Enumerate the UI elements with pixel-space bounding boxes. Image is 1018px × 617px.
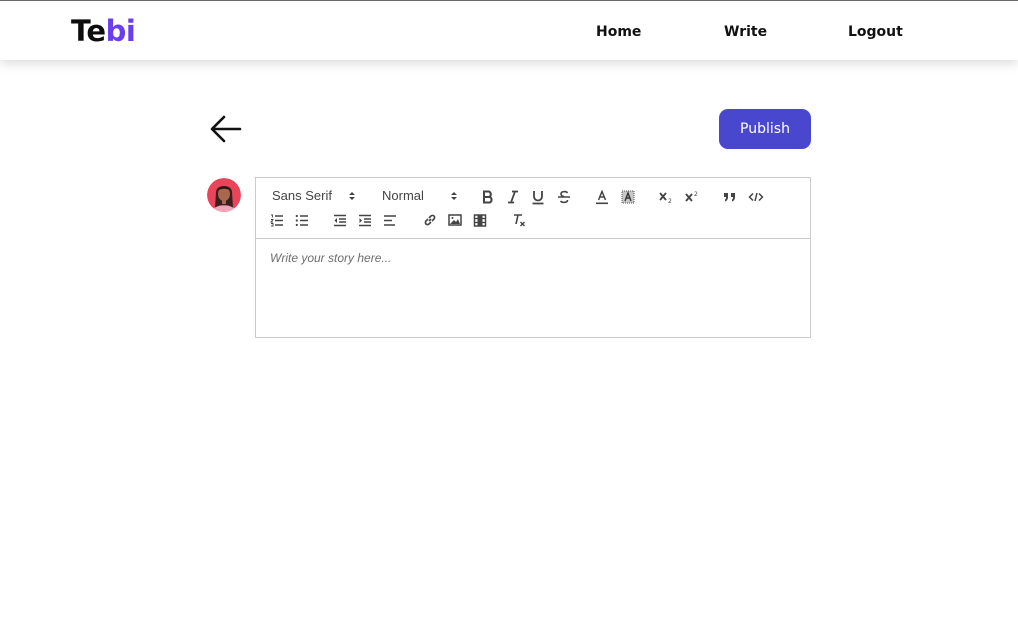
subscript-icon: 2 bbox=[659, 192, 672, 204]
rich-text-editor: Sans Serif Normal 2 2 Write your story h… bbox=[255, 177, 811, 338]
ordered-list-button[interactable] bbox=[267, 210, 287, 230]
image-button[interactable] bbox=[445, 210, 465, 230]
background-color-icon bbox=[621, 190, 635, 203]
back-arrow-icon bbox=[210, 115, 242, 143]
bullet-list-button[interactable] bbox=[292, 210, 312, 230]
ordered-list-icon bbox=[270, 214, 283, 226]
bold-button[interactable] bbox=[478, 187, 498, 207]
nav-logout-link[interactable]: Logout bbox=[848, 23, 903, 41]
blockquote-button[interactable] bbox=[720, 187, 740, 207]
subscript-button[interactable]: 2 bbox=[656, 187, 676, 207]
image-icon bbox=[448, 214, 462, 226]
indent-icon bbox=[359, 214, 371, 226]
outdent-icon bbox=[334, 214, 346, 226]
bullet-list-icon bbox=[295, 214, 308, 226]
editor-toolbar: Sans Serif Normal 2 2 bbox=[256, 178, 810, 239]
font-color-icon bbox=[596, 189, 608, 204]
clear-format-button[interactable] bbox=[509, 210, 529, 230]
video-icon bbox=[473, 213, 487, 227]
logo[interactable]: Tebi bbox=[71, 13, 136, 49]
italic-button[interactable] bbox=[503, 187, 523, 207]
clear-format-icon bbox=[514, 214, 525, 227]
underline-icon bbox=[532, 190, 544, 204]
superscript-button[interactable]: 2 bbox=[682, 187, 702, 207]
svg-text:2: 2 bbox=[694, 191, 698, 198]
superscript-icon: 2 bbox=[685, 191, 698, 202]
font-family-select[interactable]: Sans Serif bbox=[272, 188, 332, 204]
editor-placeholder: Write your story here... bbox=[270, 251, 392, 265]
indent-button[interactable] bbox=[355, 210, 375, 230]
link-button[interactable] bbox=[420, 210, 440, 230]
nav-home-link[interactable]: Home bbox=[596, 23, 641, 41]
back-button[interactable] bbox=[208, 113, 244, 145]
blockquote-icon bbox=[724, 193, 735, 202]
video-button[interactable] bbox=[470, 210, 490, 230]
font-size-select[interactable]: Normal bbox=[382, 188, 424, 204]
logo-part-2: bi bbox=[105, 14, 136, 48]
strikethrough-icon bbox=[558, 190, 570, 204]
navbar: Tebi Home Write Logout bbox=[0, 1, 1018, 60]
code-block-button[interactable] bbox=[746, 187, 766, 207]
size-select-caret-icon bbox=[451, 192, 457, 200]
code-block-icon bbox=[748, 192, 764, 202]
bold-icon bbox=[483, 190, 493, 204]
nav-write-link[interactable]: Write bbox=[724, 23, 767, 41]
background-color-button[interactable] bbox=[618, 187, 638, 207]
logo-part-1: Te bbox=[71, 14, 106, 48]
underline-button[interactable] bbox=[528, 187, 548, 207]
italic-icon bbox=[508, 190, 518, 204]
align-left-button[interactable] bbox=[380, 210, 400, 230]
outdent-button[interactable] bbox=[330, 210, 350, 230]
font-select-caret-icon bbox=[349, 192, 355, 200]
svg-text:2: 2 bbox=[668, 198, 672, 204]
link-icon bbox=[424, 214, 436, 226]
avatar bbox=[207, 178, 241, 212]
strikethrough-button[interactable] bbox=[554, 187, 574, 207]
editor-content-area[interactable]: Write your story here... bbox=[256, 239, 810, 337]
align-left-icon bbox=[384, 214, 396, 226]
font-color-button[interactable] bbox=[592, 187, 612, 207]
publish-button[interactable]: Publish bbox=[719, 109, 811, 149]
